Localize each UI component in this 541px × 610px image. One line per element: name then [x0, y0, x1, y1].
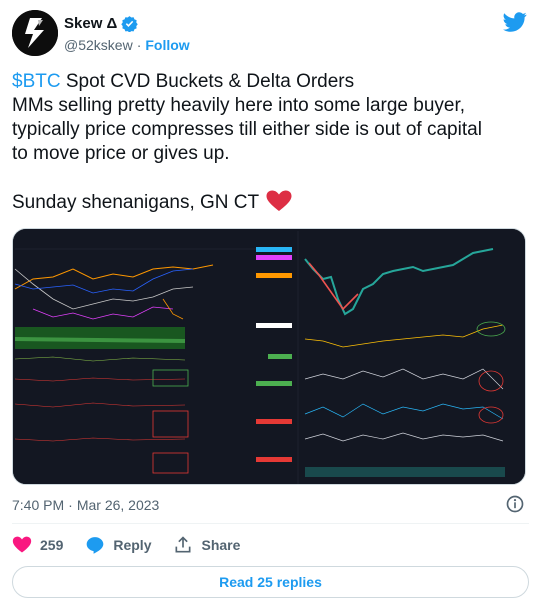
reply-label: Reply: [113, 537, 152, 553]
author-name-row: Skew Δ: [64, 15, 139, 32]
handle-row: @52kskew · Follow: [64, 37, 190, 53]
follow-button[interactable]: Follow: [145, 37, 189, 53]
tweet-date[interactable]: Mar 26, 2023: [77, 497, 160, 513]
tweet-text: $BTC Spot CVD Buckets & Delta Orders MMs…: [12, 70, 529, 214]
share-button[interactable]: Share: [173, 535, 240, 555]
cashtag-link[interactable]: $BTC: [12, 71, 61, 92]
tweet-line-1: $BTC Spot CVD Buckets & Delta Orders: [12, 70, 529, 94]
tweet-line-6: Sunday shenanigans, GN CT: [12, 190, 529, 214]
verified-badge-icon: [121, 16, 139, 32]
tweet-line-6-text: Sunday shenanigans, GN CT: [12, 192, 259, 213]
twitter-bird-icon[interactable]: [503, 10, 527, 34]
divider: [12, 523, 529, 524]
tweet-media-image[interactable]: [12, 228, 526, 485]
tweet-time[interactable]: 7:40 PM: [12, 497, 64, 513]
tweet-timestamp[interactable]: 7:40 PM · Mar 26, 2023: [12, 497, 159, 513]
like-button[interactable]: 259: [12, 535, 63, 555]
reply-bubble-icon: [87, 537, 104, 554]
reply-button[interactable]: Reply: [85, 535, 151, 555]
display-name[interactable]: Skew Δ: [64, 15, 117, 32]
author-handle[interactable]: @52kskew: [64, 37, 133, 53]
separator-dot: ·: [136, 37, 142, 53]
tweet-line-1-text: Spot CVD Buckets & Delta Orders: [60, 71, 355, 92]
tweet-line-2: MMs selling pretty heavily here into som…: [12, 95, 466, 116]
share-upload-icon: [175, 536, 191, 553]
avatar[interactable]: [12, 10, 58, 56]
tweet-line-4: to move price or gives up.: [12, 143, 230, 164]
like-count: 259: [40, 537, 64, 553]
read-replies-button[interactable]: Read 25 replies: [12, 566, 529, 598]
action-bar: 259 Reply Share: [12, 533, 262, 557]
tweet-header: Skew Δ @52kskew · Follow: [12, 8, 529, 60]
red-heart-emoji-icon: [266, 190, 292, 211]
tweet-line-3: typically price compresses till either s…: [12, 119, 482, 140]
share-label: Share: [201, 537, 241, 553]
trading-chart-screenshot: [13, 229, 525, 484]
separator-dot: ·: [68, 497, 73, 513]
skew-logo-icon: [12, 10, 58, 56]
heart-icon: [12, 536, 32, 553]
info-icon[interactable]: [505, 494, 525, 514]
read-replies-label: Read 25 replies: [219, 574, 322, 590]
